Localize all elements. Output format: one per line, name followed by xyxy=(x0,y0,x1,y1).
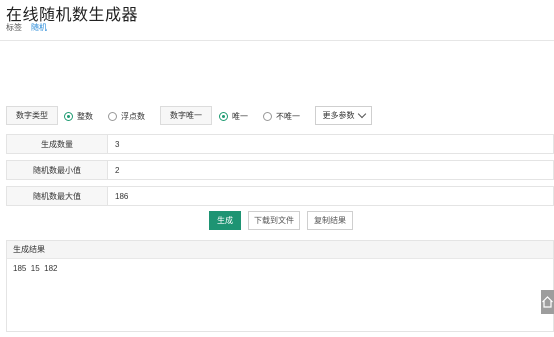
max-label: 随机数最大值 xyxy=(7,187,108,205)
download-button[interactable]: 下载到文件 xyxy=(248,211,300,230)
floating-home-button[interactable] xyxy=(541,290,554,314)
radio-integer[interactable]: 整数 xyxy=(64,111,93,122)
radio-not-unique-label: 不唯一 xyxy=(276,112,300,121)
more-params-button[interactable]: 更多参数 xyxy=(315,106,372,125)
radio-not-unique[interactable]: 不唯一 xyxy=(263,111,300,122)
unique-label: 数字唯一 xyxy=(160,106,212,125)
home-icon xyxy=(542,296,553,308)
number-type-label: 数字类型 xyxy=(6,106,58,125)
radio-unique[interactable]: 唯一 xyxy=(219,111,248,122)
generate-button[interactable]: 生成 xyxy=(209,211,241,230)
copy-button[interactable]: 复制结果 xyxy=(307,211,353,230)
count-label: 生成数量 xyxy=(7,135,108,153)
min-label: 随机数最小值 xyxy=(7,161,108,179)
more-params-label: 更多参数 xyxy=(322,111,355,120)
count-input[interactable] xyxy=(108,135,553,153)
max-input[interactable] xyxy=(108,187,553,205)
header-divider xyxy=(0,40,554,41)
radio-unchecked-icon xyxy=(263,112,272,121)
result-output[interactable]: 185 15 182 xyxy=(7,259,553,278)
radio-integer-label: 整数 xyxy=(77,112,93,121)
tag-link-random[interactable]: 随机 xyxy=(31,22,47,33)
radio-float[interactable]: 浮点数 xyxy=(108,111,145,122)
count-row: 生成数量 xyxy=(6,134,554,154)
tag-label: 标签 xyxy=(6,23,22,32)
page: 在线随机数生成器 标签 随机 数字类型 整数 浮点数 数字唯一 唯一 不唯一 更… xyxy=(0,0,554,337)
radio-checked-icon xyxy=(64,112,73,121)
result-title: 生成结果 xyxy=(7,241,553,259)
radio-unique-label: 唯一 xyxy=(232,112,248,121)
radio-checked-icon xyxy=(219,112,228,121)
min-row: 随机数最小值 xyxy=(6,160,554,180)
tag-bar: 标签 随机 xyxy=(6,22,47,33)
radio-float-label: 浮点数 xyxy=(121,112,145,121)
result-panel: 生成结果 185 15 182 xyxy=(6,240,554,332)
radio-unchecked-icon xyxy=(108,112,117,121)
max-row: 随机数最大值 xyxy=(6,186,554,206)
min-input[interactable] xyxy=(108,161,553,179)
chevron-down-icon xyxy=(357,109,366,119)
